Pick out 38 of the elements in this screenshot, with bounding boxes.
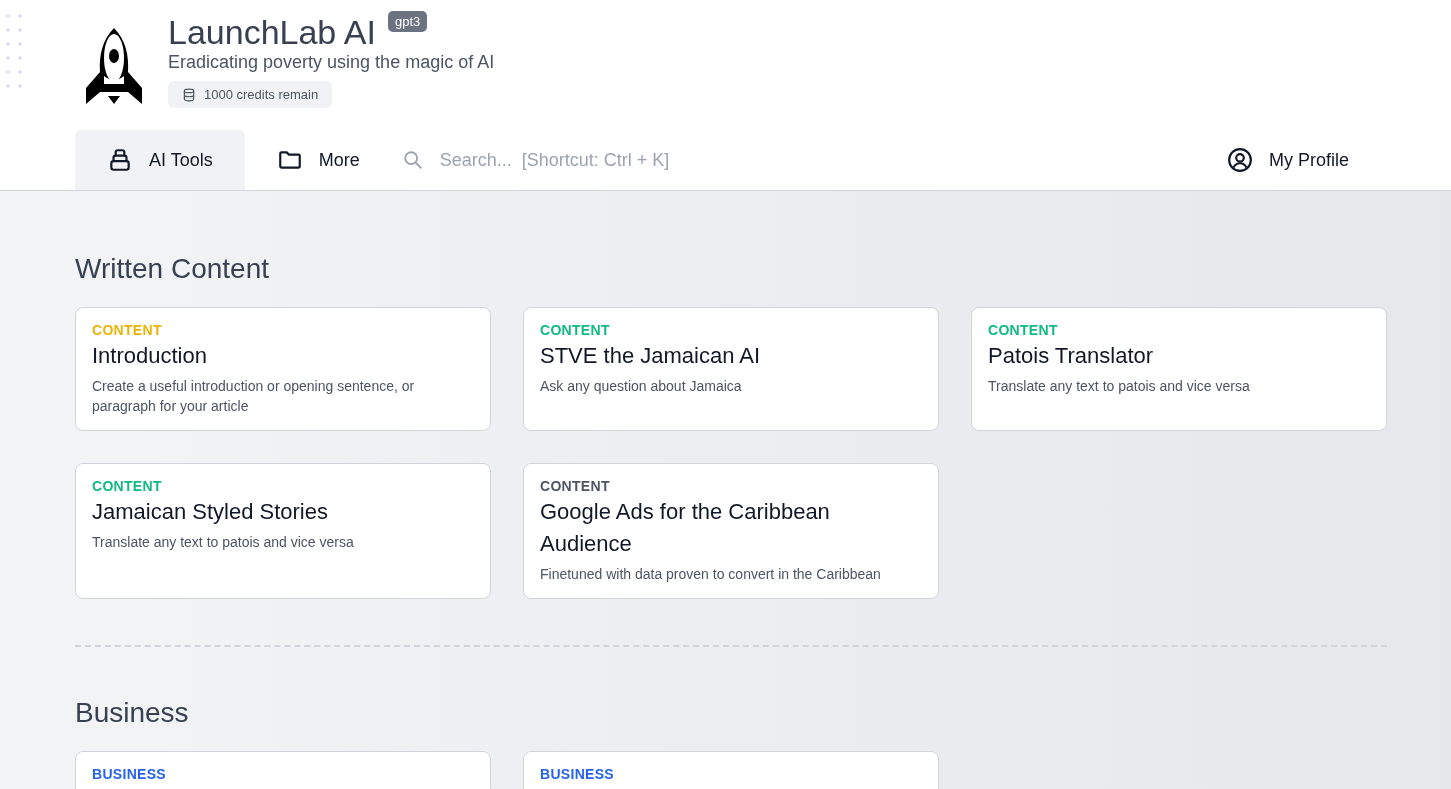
section-heading: Business (75, 697, 190, 729)
tool-card[interactable]: CONTENT Google Ads for the Caribbean Audience Finetuned with data proven to convert in the Caribbean (523, 463, 939, 599)
category-label: CONTENT (92, 478, 163, 494)
card-title: STVE the Jamaican AI (540, 342, 762, 370)
category-label: BUSINESS (92, 766, 167, 782)
tool-card[interactable]: CONTENT Introduction Create a useful introduction or opening sentence, or paragraph for your article (75, 307, 491, 431)
credits-badge: 1000 credits remain (168, 81, 333, 108)
category-label: CONTENT (988, 322, 1059, 338)
tool-card[interactable]: BUSINESS (75, 751, 491, 789)
database-icon (182, 87, 196, 102)
card-title: Jamaican Styled Stories (92, 498, 329, 526)
tool-card[interactable]: CONTENT Patois Translator Translate any text to patois and vice versa (971, 307, 1387, 431)
category-label: BUSINESS (540, 766, 615, 782)
card-title: Patois Translator (988, 342, 1155, 370)
profile-button[interactable]: My Profile (1221, 146, 1355, 174)
card-description: Create a useful introduction or opening sentence, or paragraph for your article (92, 377, 416, 416)
model-badge: gpt3 (387, 11, 428, 32)
card-title: Google Ads for the Caribbean Audience (540, 498, 831, 558)
nav-tab[interactable]: AI Tools (75, 130, 245, 190)
category-label: CONTENT (540, 322, 611, 338)
category-label: CONTENT (540, 478, 611, 494)
user-icon (1227, 147, 1253, 173)
nav-tab[interactable]: More (244, 130, 392, 190)
card-description: Finetuned with data proven to convert in the Caribbean (540, 565, 882, 584)
search-icon (401, 149, 424, 171)
tool-card[interactable]: BUSINESS (523, 751, 939, 789)
search-field[interactable]: Search... [Shortcut: Ctrl + K] (437, 148, 842, 172)
tagline: Eradicating poverty using the magic of AI (168, 52, 495, 73)
stack-icon (107, 147, 133, 173)
section-heading: Written Content (75, 253, 271, 285)
card-description: Translate any text to patois and vice versa (988, 377, 1251, 396)
card-description: Ask any question about Jamaica (540, 377, 743, 396)
card-description: Translate any text to patois and vice versa (92, 533, 355, 552)
card-title: Introduction (92, 342, 208, 370)
tool-card[interactable]: CONTENT Jamaican Styled Stories Translate any text to patois and vice versa (75, 463, 491, 599)
app-title: LaunchLab AI (168, 12, 376, 53)
tool-card[interactable]: CONTENT STVE the Jamaican AI Ask any question about Jamaica (523, 307, 939, 431)
category-label: CONTENT (92, 322, 163, 338)
